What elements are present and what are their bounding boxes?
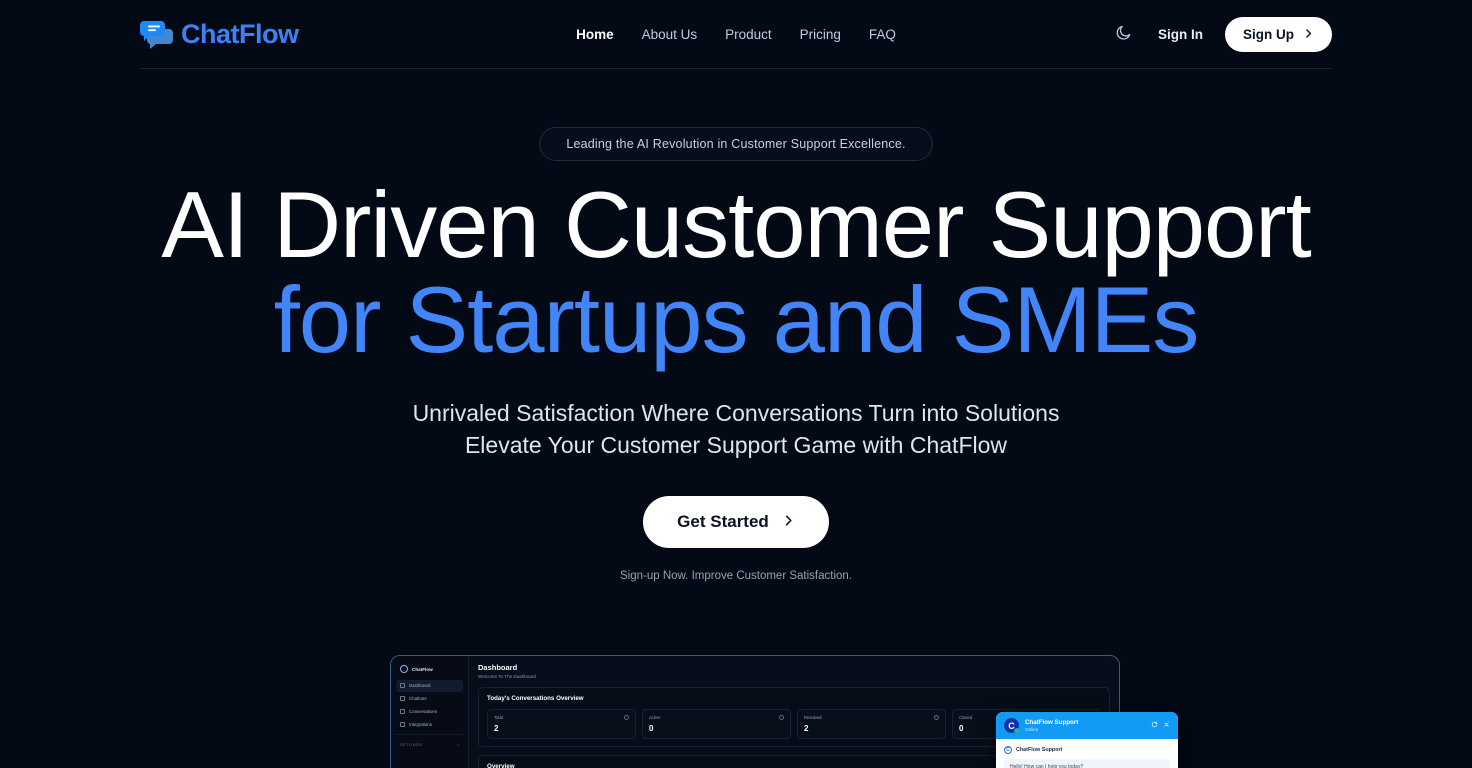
message-sender: ChatFlow Support (1016, 747, 1063, 753)
dashboard-title: Dashboard (478, 663, 518, 672)
chat-widget-title: ChatFlow Support (1025, 719, 1079, 726)
cta-note: Sign-up Now. Improve Customer Satisfacti… (619, 570, 853, 583)
stat-label: Total (494, 715, 503, 720)
stat-card-total[interactable]: Total 2 (487, 709, 636, 739)
dashboard-brand: ChatFlow (396, 662, 463, 680)
get-started-button[interactable]: Get Started (643, 496, 829, 549)
subtitle-line-1: Unrivaled Satisfaction Where Conversatio… (412, 400, 1060, 427)
messages-icon (400, 708, 405, 714)
close-icon[interactable] (1163, 721, 1170, 730)
headline-line-2: for Startups and SMEs (273, 267, 1200, 373)
dashboard-subtitle: Welcome To The Dashboard (478, 674, 536, 679)
sidebar-section-label: SETTINGS (400, 742, 423, 747)
nav-item-product[interactable]: Product (725, 27, 772, 42)
panel-title: Today's Conversations Overview (487, 695, 584, 702)
hero-badge: Leading the AI Revolution in Customer Su… (539, 127, 933, 161)
message-bubble: Hello! How can I help you today? (1004, 759, 1170, 768)
avatar: C (1004, 746, 1012, 754)
sidebar-item-conversations[interactable]: Conversations (396, 706, 463, 718)
sidebar-item-chatbots[interactable]: Chatbots (396, 693, 463, 705)
message-header: C ChatFlow Support (1004, 746, 1170, 754)
plug-icon (400, 721, 405, 727)
chat-widget-header: C ChatFlow Support Online (996, 712, 1178, 739)
headline-line-1: AI Driven Customer Support (161, 172, 1311, 277)
stat-card-resolved[interactable]: Resolved 2 (797, 709, 946, 739)
get-started-label: Get Started (677, 512, 769, 532)
nav-item-faq[interactable]: FAQ (869, 27, 896, 42)
sidebar-item-label: Integrations (409, 721, 432, 727)
sign-up-label: Sign Up (1243, 26, 1294, 42)
page-title: AI Driven Customer Support for Startups … (0, 178, 1472, 373)
chat-widget-body: C ChatFlow Support Hello! How can I help… (996, 739, 1178, 768)
sign-in-link[interactable]: Sign In (1158, 27, 1203, 42)
theme-toggle-button[interactable] (1110, 21, 1136, 47)
hero-section: Leading the AI Revolution in Customer Su… (0, 69, 1472, 582)
subtitle-line-2: Elevate Your Customer Support Game with … (464, 432, 1008, 459)
dashboard-sidebar: ChatFlow Dashboard Chatbots Conversation… (391, 656, 469, 768)
status-badge: Online (1025, 727, 1039, 732)
chevron-right-icon (782, 512, 795, 532)
nav-item-about-us[interactable]: About Us (642, 27, 698, 42)
stat-label: Resolved (804, 715, 822, 720)
main-nav: Home About Us Product Pricing FAQ (576, 27, 896, 42)
header-actions: Sign In Sign Up (1110, 16, 1332, 52)
chat-bubble-icon (400, 665, 408, 673)
sidebar-item-label: Chatbots (409, 696, 427, 702)
brand-name: ChatFlow (181, 18, 299, 49)
avatar: C (1004, 718, 1020, 734)
site-header: ChatFlow Home About Us Product Pricing F… (140, 0, 1332, 69)
refresh-icon[interactable] (1151, 721, 1158, 730)
stat-label: Active (649, 715, 661, 720)
chat-bubble-icon (140, 17, 174, 51)
stat-value: 2 (804, 724, 809, 733)
chat-icon (400, 696, 405, 702)
chat-widget-titles: ChatFlow Support Online (1025, 719, 1145, 732)
sidebar-item-label: Conversations (409, 708, 438, 714)
nav-item-home[interactable]: Home (576, 27, 614, 42)
stat-label: Closed (959, 715, 973, 720)
message-circle-icon (624, 715, 629, 720)
stat-card-active[interactable]: Active 0 (642, 709, 791, 739)
sign-up-button[interactable]: Sign Up (1225, 16, 1332, 52)
stat-value: 0 (649, 724, 654, 733)
chevron-right-icon (1303, 27, 1314, 42)
cta-container: Get Started (0, 496, 1472, 549)
chevron-right-icon: › (457, 742, 459, 748)
sidebar-item-integrations[interactable]: Integrations (396, 718, 463, 730)
dashboard-brand-label: ChatFlow (412, 666, 433, 672)
sidebar-section-settings[interactable]: SETTINGS › (396, 734, 463, 749)
stat-value: 2 (494, 724, 499, 733)
chat-widget-actions (1151, 721, 1170, 730)
check-circle-icon (934, 715, 939, 720)
chat-widget: C ChatFlow Support Online C ChatFlow Sup… (996, 712, 1178, 768)
moon-icon (1115, 24, 1132, 44)
sidebar-item-dashboard[interactable]: Dashboard (396, 680, 463, 692)
nav-item-pricing[interactable]: Pricing (800, 27, 841, 42)
brand-logo[interactable]: ChatFlow (140, 17, 299, 51)
hero-subtitle: Unrivaled Satisfaction Where Conversatio… (0, 398, 1472, 462)
activity-icon (779, 715, 784, 720)
sidebar-item-label: Dashboard (409, 683, 431, 689)
grid-icon (400, 683, 405, 689)
